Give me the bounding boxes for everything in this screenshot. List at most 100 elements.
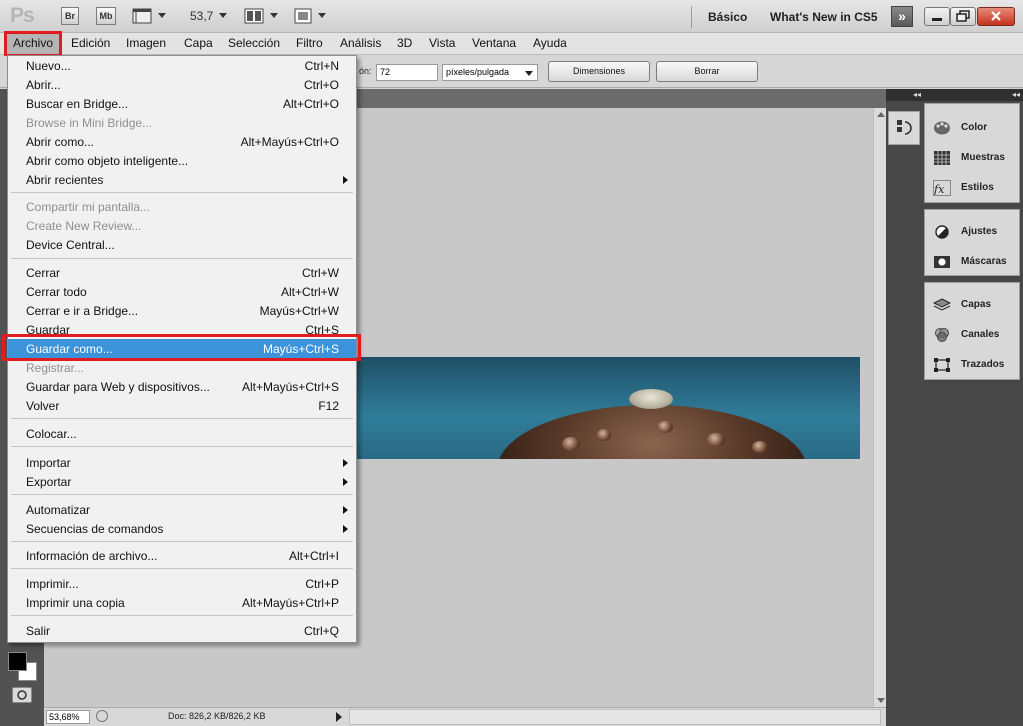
resolution-unit-value: píxeles/pulgada [446, 67, 510, 77]
menu-item-label: Abrir recientes [26, 173, 104, 187]
image-detail [657, 421, 673, 433]
zoom-level[interactable]: 53,7 [190, 9, 213, 23]
menu-item-abrir[interactable]: Abrir... Ctrl+O [8, 75, 356, 94]
canvas-image[interactable] [357, 357, 860, 459]
status-info-icon[interactable] [96, 710, 108, 722]
layers-icon [933, 298, 951, 311]
menu-item-exportar[interactable]: Exportar [8, 472, 356, 491]
minimize-button[interactable] [924, 7, 950, 26]
screen-mode-dropdown-icon[interactable] [318, 13, 326, 18]
menu-item-shortcut: Mayús+Ctrl+W [259, 304, 339, 318]
view-extras-icon[interactable] [132, 7, 154, 25]
panel-swatches[interactable]: Muestras [933, 147, 1019, 169]
menu-seleccion[interactable]: Selección [228, 36, 280, 50]
resolution-unit-select[interactable]: píxeles/pulgada [442, 64, 538, 81]
panel-dock-collapse-icon[interactable]: ◂◂ [924, 89, 1023, 101]
foreground-color-swatch[interactable] [8, 652, 27, 671]
menu-item-abrir-objeto-inteligente[interactable]: Abrir como objeto inteligente... [8, 151, 356, 170]
menu-archivo[interactable]: Archivo [3, 31, 63, 57]
menu-item-cerrar-ir-bridge[interactable]: Cerrar e ir a Bridge... Mayús+Ctrl+W [8, 301, 356, 320]
menu-item-informacion-archivo[interactable]: Información de archivo... Alt+Ctrl+I [8, 546, 356, 565]
chevron-down-icon [525, 71, 533, 76]
menu-ayuda[interactable]: Ayuda [533, 36, 567, 50]
menu-item-abrir-recientes[interactable]: Abrir recientes [8, 170, 356, 189]
menu-item-salir[interactable]: Salir Ctrl+Q [8, 621, 356, 640]
menu-filtro[interactable]: Filtro [296, 36, 323, 50]
menu-vista[interactable]: Vista [429, 36, 455, 50]
panel-adjustments[interactable]: Ajustes [933, 221, 1019, 243]
view-extras-arrow-icon[interactable] [158, 13, 166, 18]
menu-item-buscar-en-bridge[interactable]: Buscar en Bridge... Alt+Ctrl+O [8, 94, 356, 113]
menu-item-cerrar[interactable]: Cerrar Ctrl+W [8, 263, 356, 282]
panel-paths[interactable]: Trazados [933, 354, 1019, 376]
close-button[interactable] [977, 7, 1015, 26]
panel-channels[interactable]: Canales [933, 324, 1019, 346]
mini-bridge-button[interactable]: Mb [96, 7, 116, 25]
menu-item-label: Abrir... [26, 78, 61, 92]
panel-styles[interactable]: fx Estilos [933, 177, 1019, 199]
menu-item-secuencias[interactable]: Secuencias de comandos [8, 519, 356, 538]
menu-item-label: Colocar... [26, 427, 77, 441]
menu-item-imprimir-copia[interactable]: Imprimir una copia Alt+Mayús+Ctrl+P [8, 593, 356, 612]
menu-capa[interactable]: Capa [184, 36, 213, 50]
menu-item-guardar-web[interactable]: Guardar para Web y dispositivos... Alt+Ma… [8, 377, 356, 396]
history-panel-icon[interactable] [888, 111, 920, 145]
submenu-arrow-icon [343, 506, 348, 514]
quick-mask-icon[interactable] [12, 687, 32, 703]
menu-item-cerrar-todo[interactable]: Cerrar todo Alt+Ctrl+W [8, 282, 356, 301]
arrange-documents-icon[interactable] [244, 7, 266, 25]
resolution-input[interactable]: 72 [376, 64, 438, 81]
panel-color[interactable]: Color [933, 117, 1019, 139]
workspace-more-button[interactable]: » [891, 6, 913, 27]
file-menu-dropdown: Nuevo... Ctrl+N Abrir... Ctrl+O Buscar en … [7, 55, 357, 643]
workspace-basic[interactable]: Básico [708, 10, 747, 24]
panel-layers[interactable]: Capas [933, 294, 1019, 316]
menu-item-label: Browse in Mini Bridge... [26, 116, 153, 130]
menu-item-shortcut: Ctrl+W [302, 266, 339, 280]
menu-item-automatizar[interactable]: Automatizar [8, 500, 356, 519]
workspace-whats-new[interactable]: What's New in CS5 [770, 10, 878, 24]
styles-fx-icon: fx [933, 180, 951, 196]
panel-color-label: Color [961, 122, 988, 133]
zoom-dropdown-icon[interactable] [219, 13, 227, 18]
dock-collapse-icon[interactable]: ◂◂ [886, 89, 924, 101]
menu-item-abrir-como[interactable]: Abrir como... Alt+Mayús+Ctrl+O [8, 132, 356, 151]
image-detail [707, 433, 725, 447]
panel-masks[interactable]: Máscaras [933, 251, 1019, 273]
menu-item-imprimir[interactable]: Imprimir... Ctrl+P [8, 574, 356, 593]
menu-ventana[interactable]: Ventana [472, 36, 516, 50]
menu-item-label: Compartir mi pantalla... [26, 200, 151, 214]
menu-edicion[interactable]: Edición [71, 36, 110, 50]
scroll-up-icon[interactable] [877, 112, 885, 117]
vertical-scrollbar[interactable] [873, 108, 886, 707]
menu-item-label: Imprimir una copia [26, 596, 125, 610]
menu-item-colocar[interactable]: Colocar... [8, 424, 356, 443]
arrange-dropdown-icon[interactable] [270, 13, 278, 18]
restore-button[interactable] [950, 7, 976, 26]
status-zoom[interactable]: 53,68% [46, 710, 90, 724]
horizontal-scrollbar[interactable] [349, 709, 881, 725]
scroll-down-icon[interactable] [877, 698, 885, 703]
menu-item-nuevo[interactable]: Nuevo... Ctrl+N [8, 56, 356, 75]
submenu-arrow-icon [343, 459, 348, 467]
image-highlight [629, 389, 673, 409]
dimensions-button[interactable]: Dimensiones [548, 61, 650, 82]
status-menu-arrow-icon[interactable] [336, 712, 342, 722]
menu-item-label: Importar [26, 456, 71, 470]
menu-item-label: Cerrar e ir a Bridge... [26, 304, 139, 318]
clear-button[interactable]: Borrar [656, 61, 758, 82]
menu-item-device-central[interactable]: Device Central... [8, 235, 356, 254]
menu-separator [11, 192, 353, 193]
bridge-button[interactable]: Br [61, 7, 79, 25]
menu-item-guardar[interactable]: Guardar Ctrl+S [8, 320, 356, 339]
menu-item-compartir-pantalla: Compartir mi pantalla... [8, 197, 356, 216]
screen-mode-icon[interactable] [293, 7, 315, 25]
menu-analisis[interactable]: Análisis [340, 36, 381, 50]
menu-item-importar[interactable]: Importar [8, 453, 356, 472]
menu-item-guardar-como[interactable]: Guardar como... Mayús+Ctrl+S [8, 339, 356, 358]
menu-3d[interactable]: 3D [397, 36, 412, 50]
menu-imagen[interactable]: Imagen [126, 36, 166, 50]
menu-item-label: Device Central... [26, 238, 115, 252]
menu-separator [11, 418, 353, 419]
menu-item-volver[interactable]: Volver F12 [8, 396, 356, 415]
